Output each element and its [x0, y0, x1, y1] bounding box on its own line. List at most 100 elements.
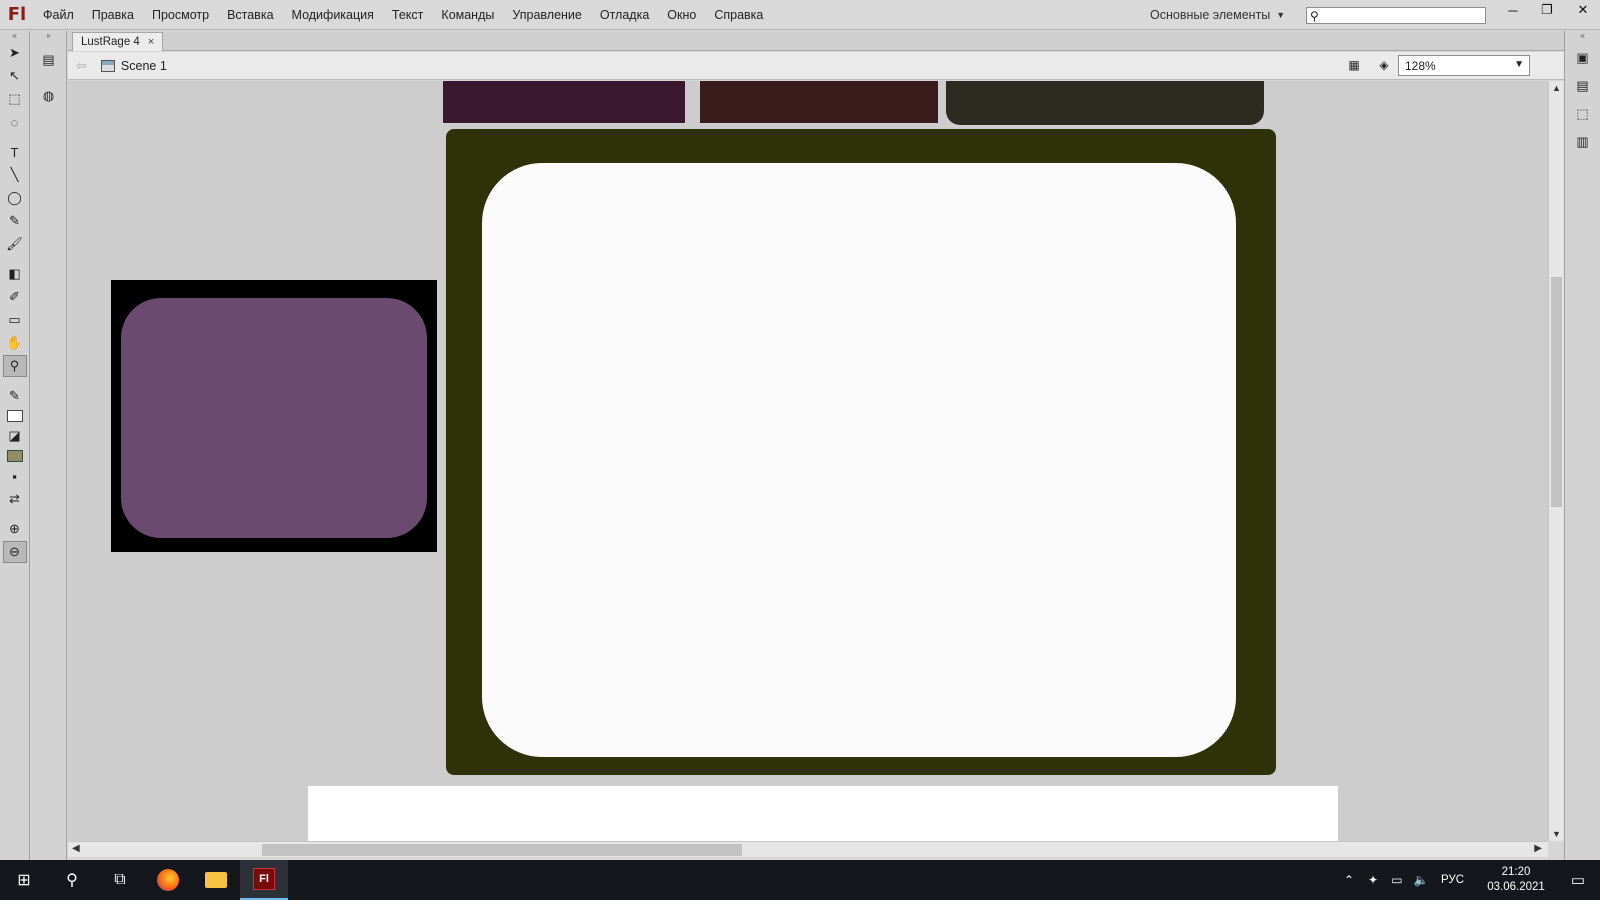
hand-tool-icon[interactable]: ✋ — [3, 332, 27, 354]
properties-icon[interactable]: ▣ — [1571, 47, 1595, 69]
artwork-region — [446, 129, 1276, 775]
menu-text[interactable]: Текст — [383, 0, 432, 30]
zoom-out-icon[interactable]: ⊖ — [2, 541, 27, 563]
artwork-region-inner — [482, 163, 1236, 757]
minimize-icon[interactable]: ─ — [1496, 0, 1530, 20]
menu-edit[interactable]: Правка — [83, 0, 143, 30]
zoom-tool-icon[interactable]: ⚲ — [2, 355, 27, 377]
help-search-input[interactable] — [1318, 8, 1485, 23]
chevron-up-icon[interactable]: ⌃ — [1337, 873, 1361, 887]
scroll-left-icon[interactable]: ◀ — [72, 843, 80, 854]
scene-label[interactable]: Scene 1 — [121, 59, 167, 73]
brush-tool-icon[interactable]: 🖌 — [3, 233, 27, 255]
artwork-region — [946, 81, 1264, 125]
menu-debug[interactable]: Отладка — [591, 0, 658, 30]
panel-collapse-icon[interactable]: « — [0, 31, 29, 41]
zoom-value: 128% — [1405, 58, 1436, 73]
edit-symbol-icon[interactable]: ◈ — [1374, 56, 1394, 74]
artwork-region — [700, 81, 938, 123]
edit-symbols-group: ▦ ◈ — [1344, 56, 1394, 74]
language-indicator[interactable]: РУС — [1441, 874, 1464, 886]
dropbox-icon[interactable]: ✦ — [1361, 873, 1385, 887]
chevron-down-icon: ▼ — [1514, 59, 1524, 70]
edit-scene-icon[interactable]: ▦ — [1344, 56, 1364, 74]
stroke-color-icon[interactable]: ✎ — [3, 385, 27, 407]
volume-icon[interactable]: 🔈 — [1409, 873, 1433, 887]
chevron-down-icon: ▼ — [1276, 10, 1286, 20]
artwork-region — [443, 81, 685, 123]
menu-commands[interactable]: Команды — [432, 0, 503, 30]
task-view-button[interactable]: ⧉ — [96, 860, 144, 900]
free-transform-tool-icon[interactable]: ⬚ — [3, 88, 27, 110]
menu-control[interactable]: Управление — [503, 0, 591, 30]
selection-tool-icon[interactable]: ➤ — [3, 42, 27, 64]
restore-icon[interactable]: ❐ — [1530, 0, 1564, 20]
zoom-in-icon[interactable]: ⊕ — [3, 518, 27, 540]
swap-colors-icon[interactable]: ⇄ — [3, 488, 27, 510]
artwork-region — [111, 280, 437, 552]
vertical-scroll-thumb[interactable] — [1551, 277, 1562, 507]
fill-color-icon[interactable]: ◪ — [3, 425, 27, 447]
panel-collapse-icon[interactable]: « — [1565, 31, 1600, 41]
folder-icon — [205, 872, 227, 888]
scroll-up-icon[interactable]: ▲ — [1552, 83, 1561, 93]
vertical-scrollbar[interactable]: ▲ ▼ — [1548, 81, 1564, 841]
start-button[interactable]: ⊞ — [0, 860, 48, 900]
transform-icon[interactable]: ⬚ — [1571, 103, 1595, 125]
horizontal-scroll-thumb[interactable] — [262, 844, 742, 856]
right-dock-panel: « ▣ ▤ ⬚ ▥ — [1564, 31, 1600, 860]
menu-view[interactable]: Просмотр — [143, 0, 218, 30]
close-tab-icon[interactable]: × — [148, 36, 154, 48]
clock-date: 03.06.2021 — [1487, 881, 1545, 893]
eyedropper-tool-icon[interactable]: ✐ — [3, 286, 27, 308]
back-arrow-icon[interactable]: ⇦ — [76, 58, 87, 74]
close-icon[interactable]: ✕ — [1566, 0, 1600, 20]
horizontal-scrollbar[interactable]: ◀ ▶ — [68, 841, 1548, 857]
menu-insert[interactable]: Вставка — [218, 0, 282, 30]
stroke-color-swatch[interactable] — [6, 410, 23, 422]
oval-tool-icon[interactable]: ◯ — [3, 187, 27, 209]
help-search-box[interactable]: ⚲ — [1306, 7, 1486, 24]
notifications-icon[interactable]: ▭ — [1556, 871, 1600, 889]
panel-expand-icon[interactable]: » — [31, 31, 66, 41]
menu-bar: Fl Файл Правка Просмотр Вставка Модифика… — [0, 0, 1600, 30]
flash-icon: Fl — [253, 868, 275, 890]
menu-modify[interactable]: Модификация — [283, 0, 383, 30]
menu-window[interactable]: Окно — [658, 0, 705, 30]
network-icon[interactable]: ▭ — [1385, 873, 1409, 887]
artwork-region-inner — [121, 298, 427, 538]
palette-icon[interactable]: ◍ — [37, 85, 61, 107]
fill-color-swatch[interactable] — [6, 450, 23, 462]
subselection-tool-icon[interactable]: ↖ — [3, 65, 27, 87]
document-tab-label: LustRage 4 — [81, 36, 140, 48]
artwork-region — [308, 786, 1338, 841]
paint-bucket-tool-icon[interactable]: ◧ — [3, 263, 27, 285]
tools-panel: « ➤ ↖ ⬚ ◌ T ╲ ◯ ✎ 🖌 ◧ ✐ ▭ ✋ ⚲ ✎ ◪ ▪ ⇄ ⊕ … — [0, 31, 30, 860]
eraser-tool-icon[interactable]: ▭ — [3, 309, 27, 331]
workspace-label: Основные элементы — [1150, 8, 1271, 22]
menu-help[interactable]: Справка — [705, 0, 772, 30]
scroll-down-icon[interactable]: ▼ — [1552, 829, 1561, 839]
workspace-switcher[interactable]: Основные элементы ▼ — [1150, 0, 1285, 30]
menu-file[interactable]: Файл — [34, 0, 83, 30]
text-tool-icon[interactable]: T — [3, 141, 27, 163]
taskbar: ⊞ ⚲ ⧉ Fl ⌃ ✦ ▭ 🔈 РУС 21:20 03.06.2021 ▭ — [0, 860, 1600, 900]
library-icon[interactable]: ▥ — [1571, 131, 1595, 153]
scroll-right-icon[interactable]: ▶ — [1534, 843, 1542, 854]
align-icon[interactable]: ▤ — [1571, 75, 1595, 97]
search-icon: ⚲ — [66, 872, 78, 889]
lasso-tool-icon[interactable]: ◌ — [3, 111, 27, 133]
document-tab[interactable]: LustRage 4 × — [72, 32, 164, 51]
flash-taskbar-button[interactable]: Fl — [240, 860, 288, 900]
pencil-tool-icon[interactable]: ✎ — [3, 210, 27, 232]
explorer-button[interactable] — [192, 860, 240, 900]
line-tool-icon[interactable]: ╲ — [3, 164, 27, 186]
search-button[interactable]: ⚲ — [48, 860, 96, 900]
stage-canvas[interactable] — [68, 81, 1548, 841]
clock[interactable]: 21:20 03.06.2021 — [1476, 865, 1556, 895]
black-white-icon[interactable]: ▪ — [3, 465, 27, 487]
zoom-dropdown[interactable]: 128% ▼ — [1398, 55, 1530, 76]
flash-workspace: Fl Файл Правка Просмотр Вставка Модифика… — [0, 0, 1600, 900]
firefox-button[interactable] — [144, 860, 192, 900]
timeline-icon[interactable]: ▤ — [37, 49, 61, 71]
